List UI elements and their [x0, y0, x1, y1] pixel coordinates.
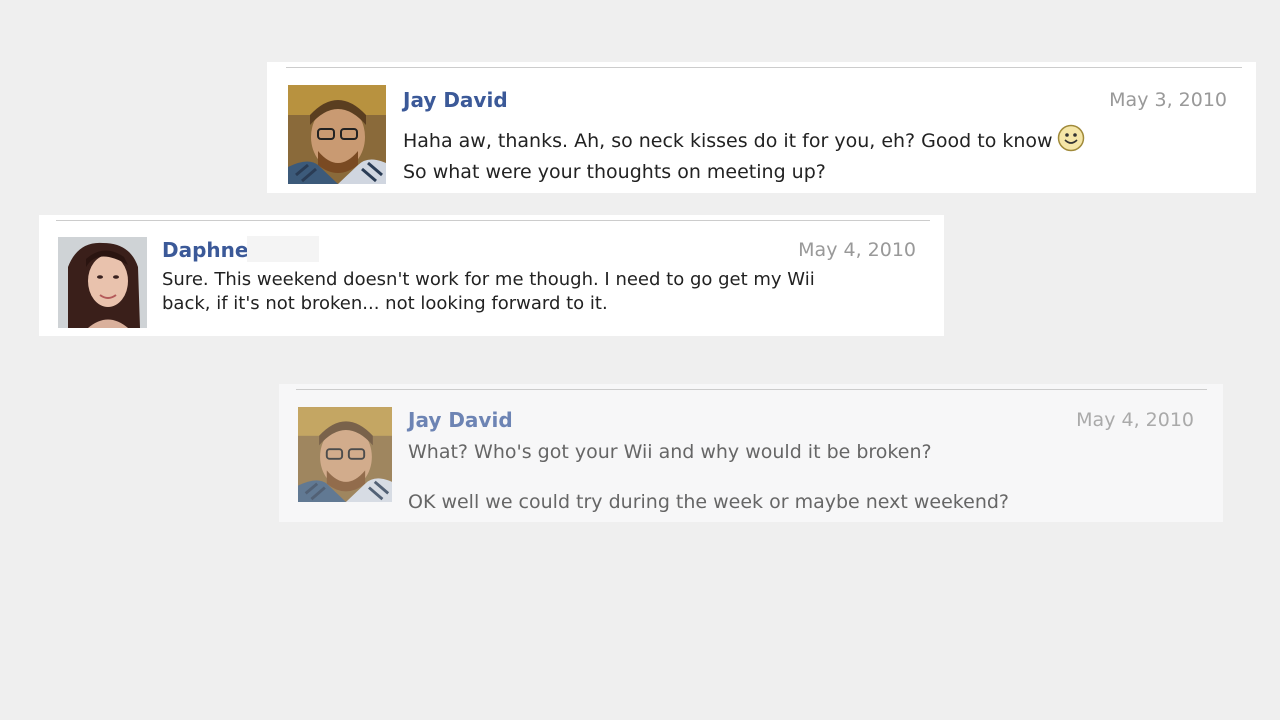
message-line: So what were your thoughts on meeting up…: [403, 161, 826, 183]
divider: [286, 67, 1242, 68]
divider: [296, 389, 1207, 390]
author-link[interactable]: Daphne: [162, 238, 248, 262]
message-line: OK well we could try during the week or …: [408, 491, 1010, 513]
smiley-icon: [1057, 124, 1085, 159]
message-body: Haha aw, thanks. Ah, so neck kisses do i…: [403, 124, 1085, 185]
message-body: What? Who's got your Wii and why would i…: [408, 439, 1009, 515]
message-body: Sure. This weekend doesn't work for me t…: [162, 268, 815, 316]
message-line: Haha aw, thanks. Ah, so neck kisses do i…: [403, 124, 1085, 159]
message-line: What? Who's got your Wii and why would i…: [408, 441, 932, 463]
profile-photo-jay-icon: [298, 407, 392, 502]
profile-photo-jay-icon: [288, 85, 386, 184]
message-card: Daphne May 4, 2010 Sure. This weekend do…: [39, 215, 944, 336]
divider: [56, 220, 930, 221]
message-line: back, if it's not broken... not looking …: [162, 293, 608, 314]
redacted-surname: [247, 236, 319, 262]
profile-photo-daphne-icon: [58, 237, 147, 328]
author-link[interactable]: Jay David: [403, 88, 508, 112]
avatar[interactable]: [58, 237, 147, 328]
author-link[interactable]: Jay David: [408, 408, 513, 432]
message-date: May 3, 2010: [1109, 89, 1227, 111]
message-card: Jay David May 3, 2010 Haha aw, thanks. A…: [267, 62, 1256, 193]
message-date: May 4, 2010: [1076, 409, 1194, 431]
message-line: Sure. This weekend doesn't work for me t…: [162, 269, 815, 290]
message-card: Jay David May 4, 2010 What? Who's got yo…: [279, 384, 1223, 522]
message-date: May 4, 2010: [798, 239, 916, 261]
avatar[interactable]: [288, 85, 386, 184]
avatar[interactable]: [298, 406, 392, 503]
